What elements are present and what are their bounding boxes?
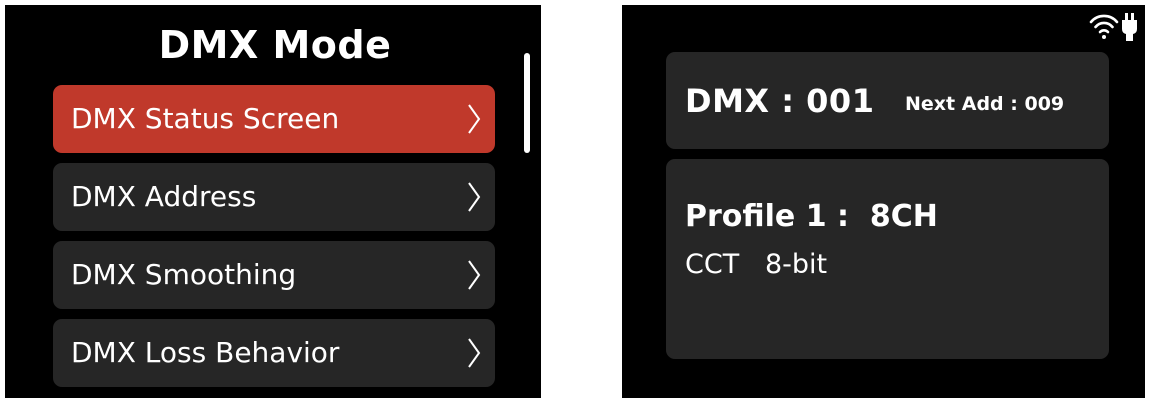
menu-item-dmx-address[interactable]: DMX Address: [53, 163, 495, 231]
scrollbar[interactable]: [524, 53, 530, 153]
dmx-address-panel: DMX : 001 Next Add : 009: [666, 52, 1109, 149]
dmx-address-value: DMX : 001: [685, 82, 875, 120]
menu-item-dmx-loss-behavior[interactable]: DMX Loss Behavior: [53, 319, 495, 387]
chevron-right-icon: [468, 260, 481, 290]
menu-item-label: DMX Loss Behavior: [71, 336, 340, 369]
menu-title: DMX Mode: [158, 23, 392, 67]
wifi-icon: [1089, 14, 1119, 39]
next-address-value: Next Add : 009: [905, 93, 1065, 115]
dmx-mode-menu-screen: DMX Mode DMX Status Screen DMX Address D…: [5, 5, 541, 398]
chevron-right-icon: [468, 338, 481, 368]
profile-panel: Profile 1 : 8CH CCT 8-bit: [666, 159, 1109, 359]
mode-label: CCT 8-bit: [685, 249, 828, 280]
menu-item-label: DMX Smoothing: [71, 258, 297, 291]
chevron-right-icon: [468, 104, 481, 134]
menu-item-dmx-status-screen[interactable]: DMX Status Screen: [53, 85, 495, 153]
chevron-right-icon: [468, 182, 481, 212]
status-bar-icons: [1089, 13, 1137, 41]
menu-item-label: DMX Status Screen: [71, 102, 340, 135]
dmx-status-screen: DMX : 001 Next Add : 009 Profile 1 : 8CH…: [622, 5, 1145, 398]
menu-item-label: DMX Address: [71, 180, 257, 213]
power-plug-icon: [1122, 13, 1137, 41]
scrollbar-thumb[interactable]: [524, 53, 530, 153]
menu-item-dmx-smoothing[interactable]: DMX Smoothing: [53, 241, 495, 309]
profile-label: Profile 1 : 8CH: [685, 199, 938, 234]
